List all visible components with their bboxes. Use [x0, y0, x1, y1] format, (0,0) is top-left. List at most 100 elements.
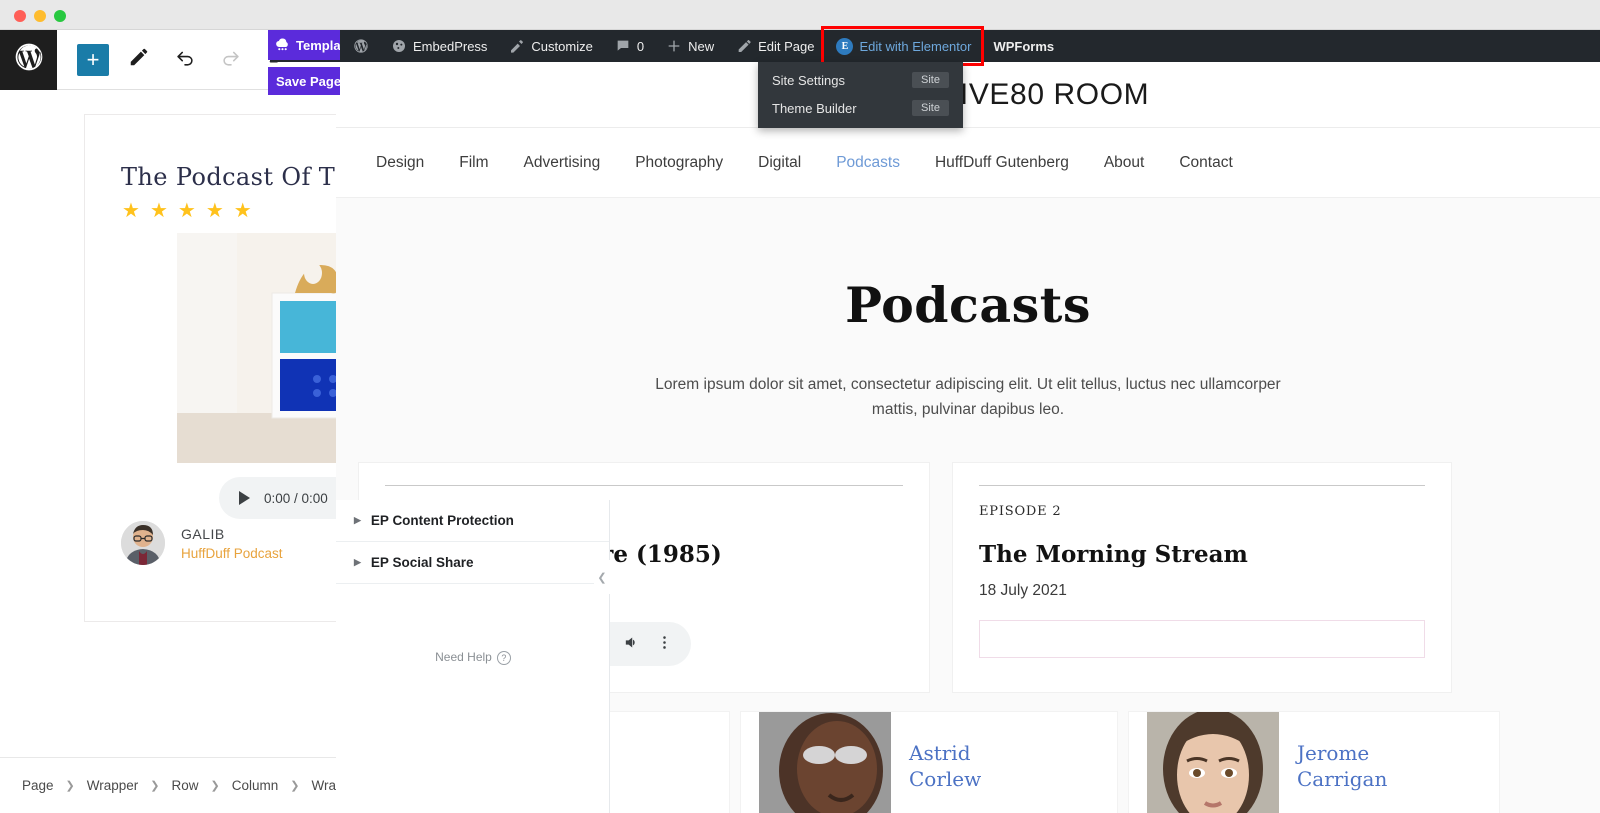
menu-item-badge: Site [912, 100, 949, 116]
page-subtitle: Lorem ipsum dolor sit amet, consectetur … [655, 376, 1281, 419]
undo-button[interactable] [169, 44, 201, 76]
templately-widget: Templately Save Page [268, 30, 342, 95]
audio-time: 0:00 / 0:00 [264, 490, 328, 506]
adminbar-label: EmbedPress [413, 38, 488, 54]
nav-item-photography[interactable]: Photography [635, 154, 723, 172]
wordpress-icon [353, 38, 369, 54]
guest-name-line2: Carrigan [1297, 767, 1388, 792]
plus-icon: + [86, 46, 100, 72]
guest-card[interactable]: Astrid Corlew [740, 711, 1118, 813]
guest-name-line1: Jerome [1297, 741, 1370, 766]
nav-item-about[interactable]: About [1104, 154, 1145, 172]
divider [385, 485, 903, 487]
episode-card[interactable]: EPISODE 2 The Morning Stream 18 July 202… [952, 462, 1452, 694]
elementor-icon: E [836, 37, 854, 55]
nav-item-film[interactable]: Film [459, 154, 488, 172]
accordion-ep-content-protection[interactable]: ▶ EP Content Protection [336, 500, 609, 542]
play-icon[interactable] [239, 491, 250, 505]
guest-photo [1147, 712, 1279, 813]
wp-admin-bar: EmbedPress Customize 0 New Edit Page E E… [270, 26, 1600, 66]
editor-tools: + [77, 43, 293, 76]
elementor-panel: ▶ EP Content Protection ▶ EP Social Shar… [336, 500, 610, 813]
accordion-ep-social-share[interactable]: ▶ EP Social Share [336, 542, 609, 584]
paintbrush-icon [509, 38, 525, 54]
comment-count: 0 [636, 38, 645, 54]
nav-item-advertising[interactable]: Advertising [524, 154, 601, 172]
menu-item-theme-builder[interactable]: Theme Builder Site [758, 94, 963, 122]
star-icon: ★ [177, 200, 196, 222]
episode-audio-player-placeholder[interactable] [979, 620, 1425, 659]
embedpress-icon [391, 38, 407, 54]
panel-collapse-button[interactable]: ❮ [594, 560, 610, 594]
menu-item-label: Site Settings [772, 72, 845, 88]
chevron-right-icon: ▶ [354, 557, 361, 567]
redo-button[interactable] [215, 44, 247, 76]
author-subtitle: HuffDuff Podcast [181, 545, 283, 561]
episode-number: EPISODE 2 [979, 504, 1062, 520]
guest-card[interactable]: Jerome Carrigan [1128, 711, 1500, 813]
divider [979, 485, 1425, 487]
site-navigation: Design Film Advertising Photography Digi… [336, 128, 1600, 198]
elementor-dropdown-menu: Site Settings Site Theme Builder Site [758, 62, 963, 128]
chevron-right-icon: ▶ [354, 515, 361, 525]
nav-item-digital[interactable]: Digital [758, 154, 801, 172]
rating-stars: ★ ★ ★ ★ ★ [122, 198, 252, 223]
chevron-right-icon: ❯ [210, 780, 220, 792]
breadcrumb-item-column[interactable]: Column [232, 778, 279, 793]
adminbar-label: New [688, 38, 715, 54]
volume-icon[interactable] [623, 634, 640, 654]
episode-title[interactable]: The Morning Stream [979, 541, 1425, 568]
save-page-button[interactable]: Save Page [268, 67, 342, 95]
menu-item-site-settings[interactable]: Site Settings Site [758, 66, 963, 94]
adminbar-customize[interactable]: Customize [498, 30, 603, 62]
breadcrumb-item-page[interactable]: Page [22, 778, 54, 793]
maximize-window-button[interactable] [54, 10, 66, 22]
menu-item-badge: Site [912, 72, 949, 88]
close-window-button[interactable] [14, 10, 26, 22]
nav-item-design[interactable]: Design [376, 154, 424, 172]
pencil-icon [736, 38, 752, 54]
episode-date: 18 July 2021 [979, 582, 1067, 600]
guest-name: Astrid Corlew [891, 740, 1117, 792]
wordpress-logo-button[interactable] [0, 29, 57, 90]
add-block-button[interactable]: + [77, 43, 109, 76]
breadcrumb-item-wrapper[interactable]: Wrapper [87, 778, 139, 793]
adminbar-label: WPForms [993, 38, 1055, 54]
templately-button[interactable]: Templately [268, 30, 340, 60]
comment-bubble-icon [615, 38, 631, 54]
adminbar-new[interactable]: New [655, 30, 725, 62]
adminbar-comments[interactable]: 0 [604, 30, 655, 62]
accordion-label: EP Content Protection [370, 513, 514, 528]
templately-label: Templately [296, 37, 340, 53]
need-help-label: Need Help [435, 650, 492, 665]
adminbar-label: Customize [531, 38, 593, 54]
pencil-icon [128, 46, 150, 73]
window-titlebar [0, 0, 1600, 30]
question-mark-icon: ? [496, 651, 511, 665]
save-page-label: Save Page [276, 73, 342, 89]
guest-name-line1: Astrid [909, 741, 971, 766]
need-help-link[interactable]: Need Help? [336, 650, 610, 665]
templately-cloud-icon [274, 35, 291, 55]
minimize-window-button[interactable] [34, 10, 46, 22]
adminbar-edit-page[interactable]: Edit Page [725, 30, 825, 62]
plus-icon [666, 38, 682, 54]
adminbar-wp-logo[interactable] [342, 30, 380, 62]
guest-name-line2: Corlew [909, 767, 982, 792]
nav-item-contact[interactable]: Contact [1179, 154, 1232, 172]
star-icon: ★ [205, 200, 224, 222]
adminbar-embedpress[interactable]: EmbedPress [380, 30, 498, 62]
undo-arrow-icon [174, 46, 196, 73]
document-author: GALIB HuffDuff Podcast [121, 521, 283, 565]
edit-tool-button[interactable] [123, 44, 155, 76]
adminbar-edit-with-elementor[interactable]: E Edit with Elementor [825, 30, 982, 62]
redo-arrow-icon [220, 46, 242, 73]
accordion-label: EP Social Share [370, 555, 474, 570]
more-options-icon[interactable] [656, 634, 673, 654]
adminbar-edit-with-elementor-wrapper: E Edit with Elementor [821, 26, 985, 66]
adminbar-wpforms[interactable]: WPForms [982, 30, 1065, 62]
nav-item-podcasts[interactable]: Podcasts [836, 154, 900, 172]
wordpress-icon [13, 41, 45, 78]
nav-item-huffduff-gutenberg[interactable]: HuffDuff Gutenberg [935, 154, 1069, 172]
breadcrumb-item-row[interactable]: Row [172, 778, 199, 793]
